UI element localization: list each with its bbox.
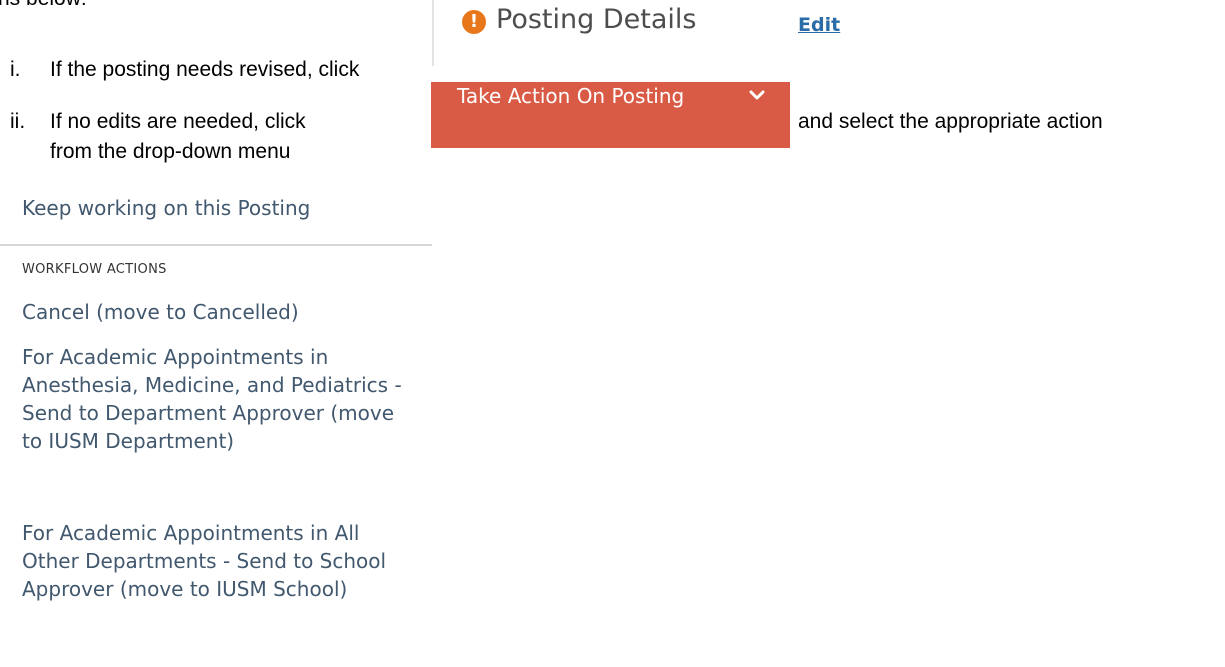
step-ii-text-after: and select the appropriate action [798,110,1103,133]
menu-item-school-approver[interactable]: For Academic Appointments in All Other D… [22,519,417,603]
take-action-button[interactable]: Take Action On Posting [431,82,790,148]
workflow-actions-label: WORKFLOW ACTIONS [22,262,167,277]
menu-item-keep-working[interactable]: Keep working on this Posting [22,194,310,222]
menu-item-department-approver[interactable]: For Academic Appointments in Anesthesia,… [22,343,417,455]
take-action-label: Take Action On Posting [457,84,685,108]
menu-divider [0,244,432,246]
posting-details-title: Posting Details [496,4,697,35]
take-action-menu: Keep working on this Posting WORKFLOW AC… [0,0,440,667]
edit-link[interactable]: Edit [798,14,840,36]
chevron-down-icon [749,90,765,100]
exclamation-icon: ! [462,10,486,34]
menu-item-cancel[interactable]: Cancel (move to Cancelled) [22,298,442,326]
